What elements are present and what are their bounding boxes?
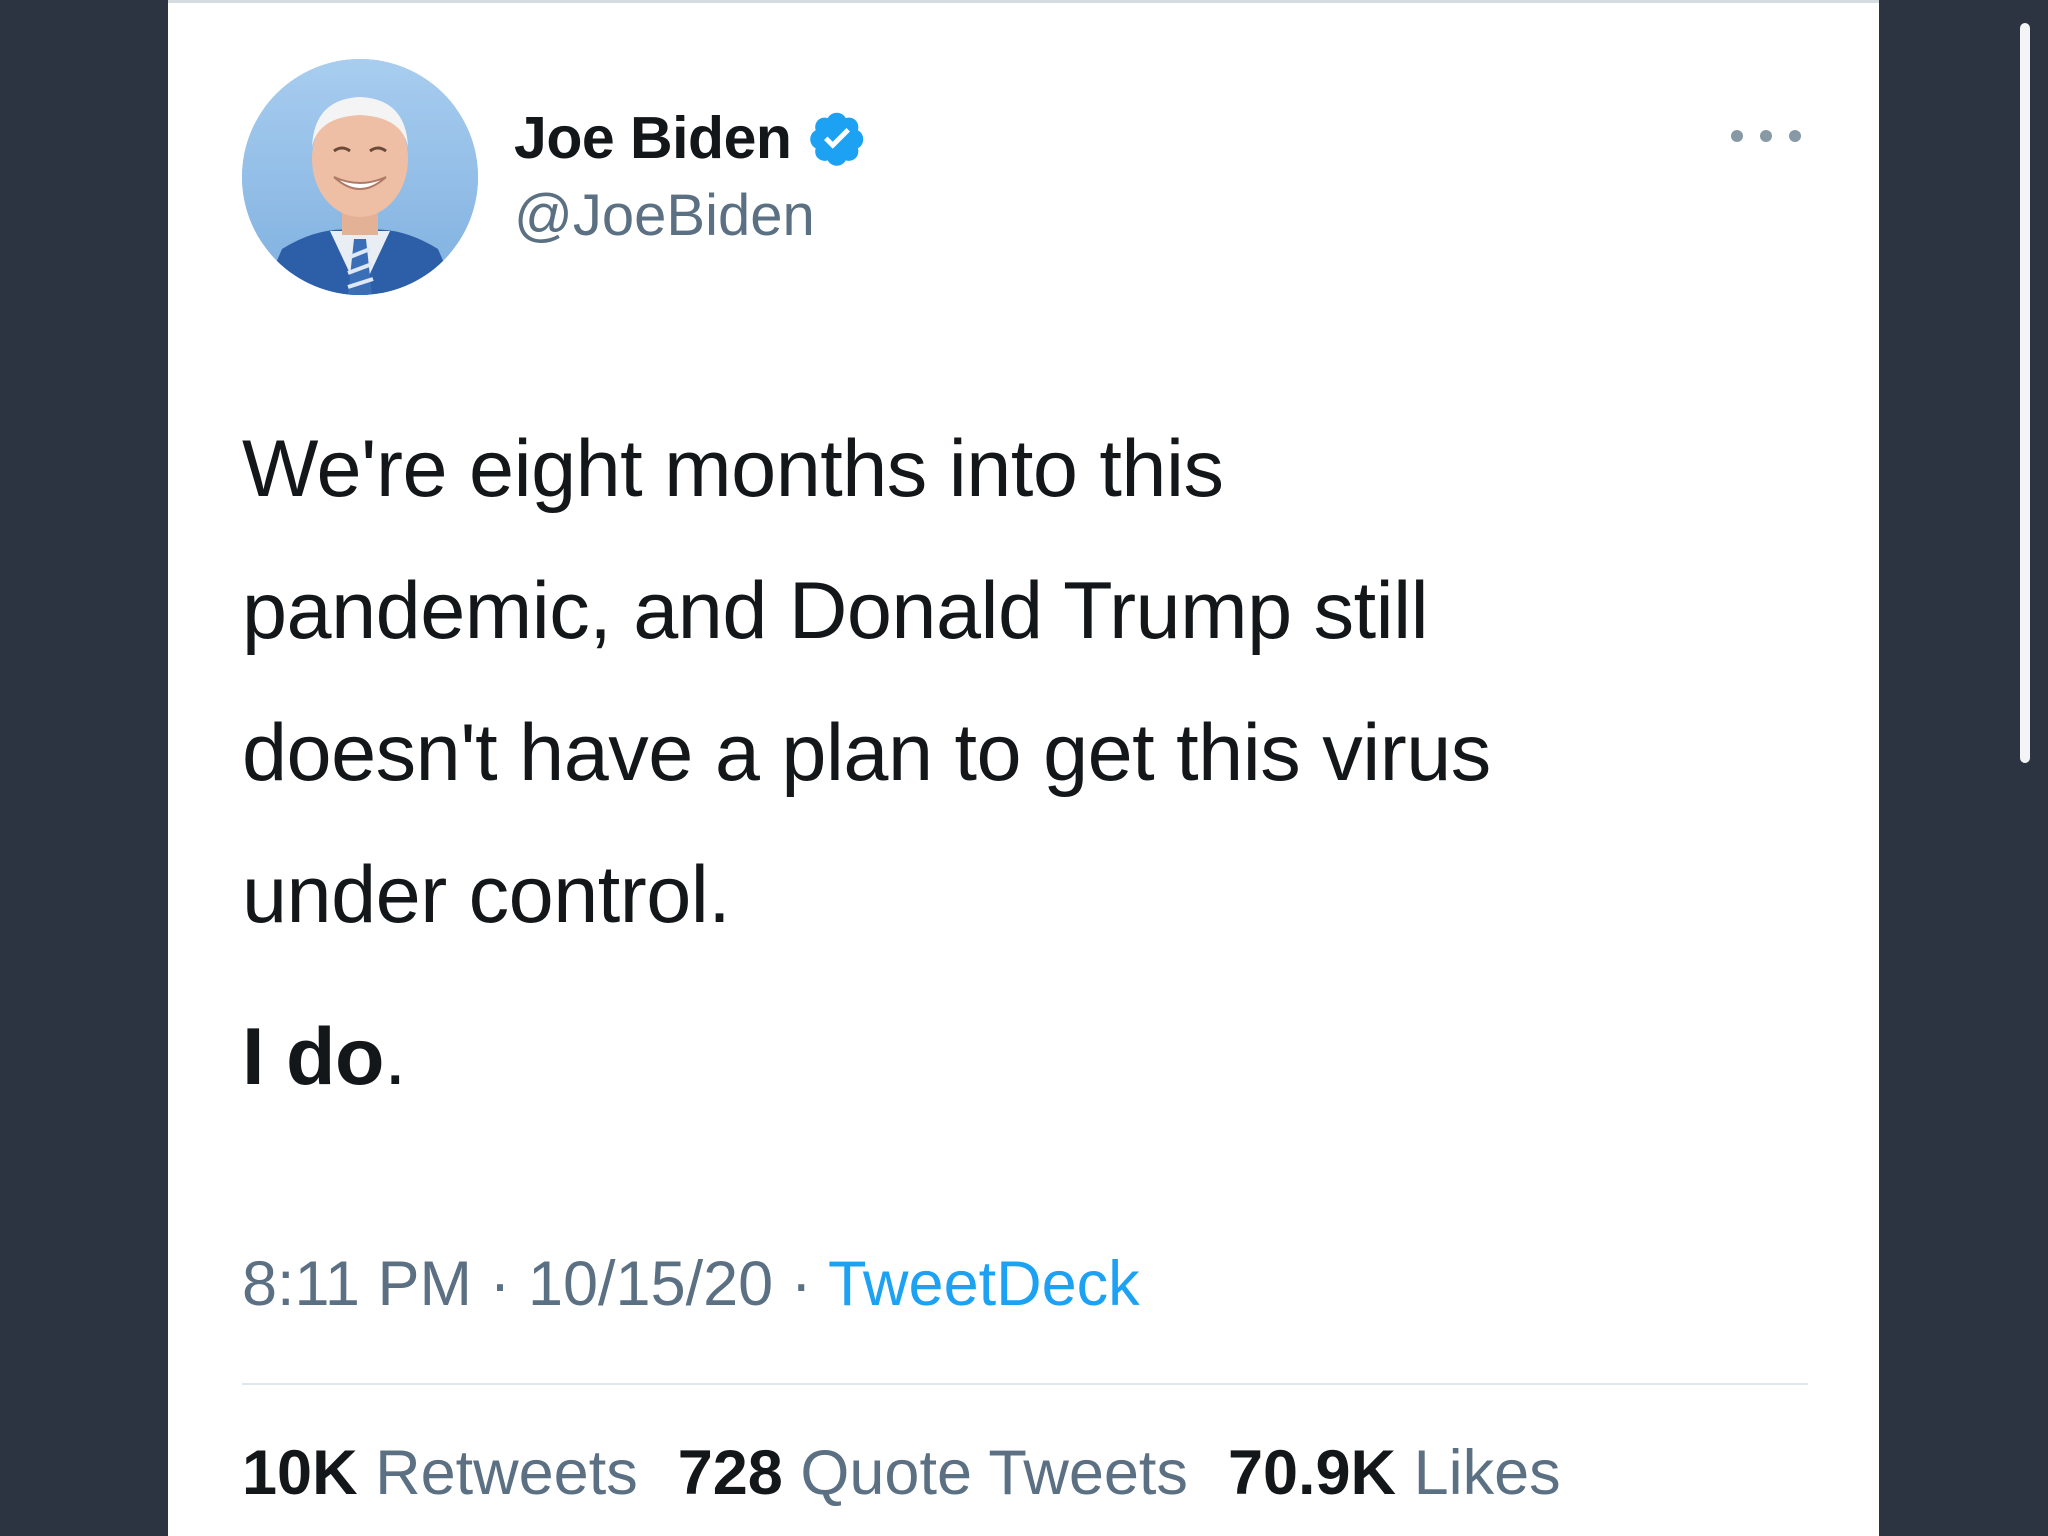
tweet-source-link[interactable]: TweetDeck <box>828 1249 1140 1319</box>
tweet-date[interactable]: 10/15/20 <box>528 1249 773 1319</box>
tweet-time[interactable]: 8:11 PM <box>242 1249 472 1319</box>
quote-tweets-label: Quote Tweets <box>800 1438 1188 1508</box>
meta-separator: · <box>471 1249 528 1319</box>
author-block[interactable]: Joe Biden @JoeBiden <box>514 98 867 249</box>
dot-icon <box>1760 130 1772 142</box>
scroll-track <box>2020 23 2030 763</box>
retweets-count: 10K <box>242 1438 358 1508</box>
likes-count: 70.9K <box>1227 1438 1397 1508</box>
emphasis-trail: . <box>383 1012 407 1102</box>
retweets-stat[interactable]: 10K Retweets <box>242 1438 638 1508</box>
divider <box>242 1383 1808 1385</box>
tweet-line: pandemic, and Donald Trump still <box>242 566 1429 656</box>
screenshot-stage: Joe Biden @JoeBiden We're eight months i… <box>0 0 2048 1536</box>
tweet-card: Joe Biden @JoeBiden We're eight months i… <box>168 0 2030 1536</box>
quote-tweets-stat[interactable]: 728 Quote Tweets <box>678 1438 1188 1508</box>
tweet-meta: 8:11 PM · 10/15/20 · TweetDeck <box>242 1248 1140 1320</box>
likes-stat[interactable]: 70.9K Likes <box>1228 1438 1561 1508</box>
verified-badge-icon <box>807 108 867 168</box>
avatar[interactable] <box>242 59 478 295</box>
tweet-body: We're eight months into this pandemic, a… <box>242 398 1802 966</box>
tweet-stats: 10K Retweets 728 Quote Tweets 70.9K Likes <box>242 1437 1561 1509</box>
display-name[interactable]: Joe Biden <box>514 104 792 172</box>
display-name-row: Joe Biden <box>514 98 867 178</box>
dot-icon <box>1731 130 1743 142</box>
tweet-line: doesn't have a plan to get this virus <box>242 708 1491 798</box>
emphasis-bold: I do <box>242 1012 384 1102</box>
likes-label: Likes <box>1413 1438 1561 1508</box>
more-options-icon[interactable] <box>1731 121 1801 151</box>
quote-tweets-count: 728 <box>677 1438 783 1508</box>
tweet-line: We're eight months into this <box>242 424 1224 514</box>
tweet-emphasis: I do. <box>242 1011 406 1104</box>
retweets-label: Retweets <box>375 1438 638 1508</box>
user-handle[interactable]: @JoeBiden <box>514 182 867 249</box>
meta-separator: · <box>773 1249 829 1319</box>
dot-icon <box>1789 130 1801 142</box>
tweet-line: under control. <box>242 850 731 940</box>
